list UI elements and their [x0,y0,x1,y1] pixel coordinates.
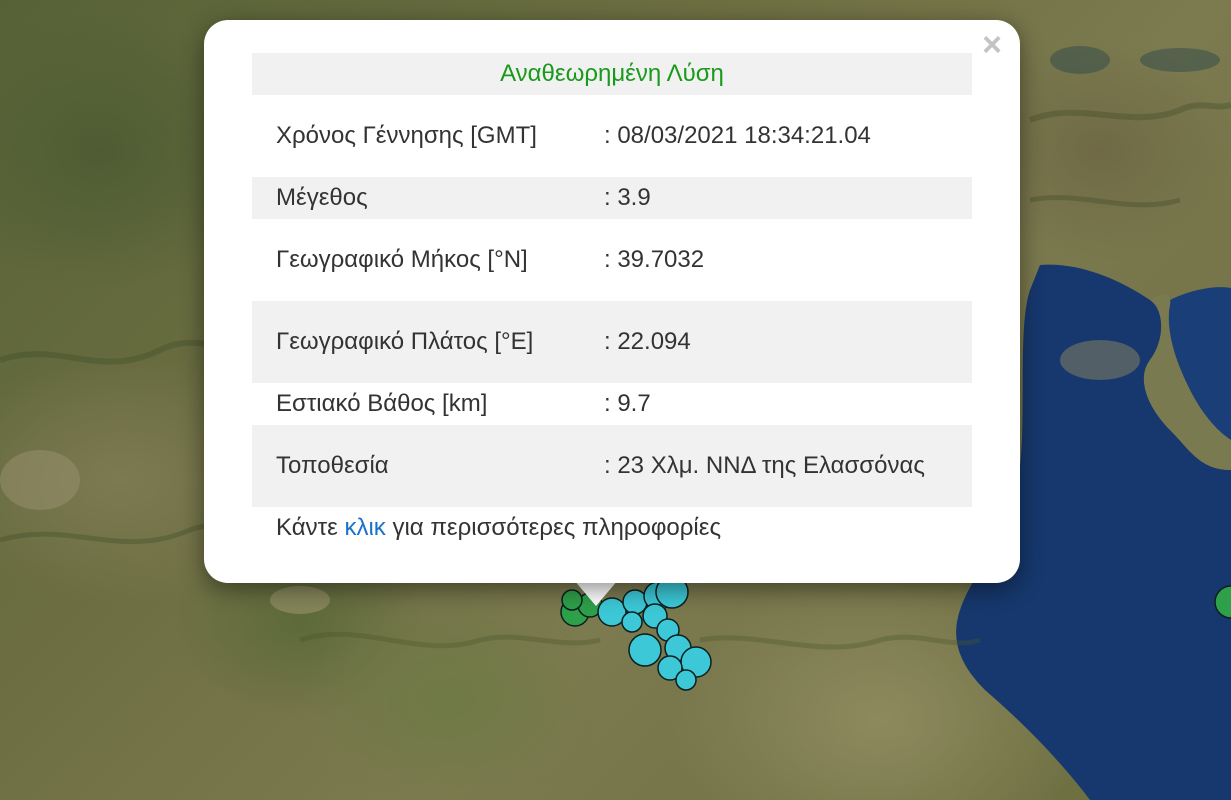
table-row: Μέγεθος : 3.9 [252,177,972,219]
table-row: Κάντε κλικ για περισσότερες πληροφορίες [252,507,972,549]
table-row: Γεωγραφικό Πλάτος [°E] : 22.094 [252,301,972,383]
field-value: : 39.7032 [604,246,705,273]
field-label: Εστιακό Βάθος [km] [276,390,488,417]
table-row: Χρόνος Γέννησης [GMT] : 08/03/2021 18:34… [252,95,972,177]
field-label: Τοποθεσία [252,425,582,507]
earthquake-marker[interactable] [622,589,648,615]
more-info-text: Κάντε κλικ για περισσότερες πληροφορίες [252,507,972,549]
earthquake-info-popup: × Αναθεωρημένη Λύση Χρόνος Γέννησης [GMT… [204,20,1020,583]
field-label: Γεωγραφικό Πλάτος [°E] [252,301,582,383]
more-info-suffix: για περισσότερες πληροφορίες [385,514,722,541]
table-row: Εστιακό Βάθος [km] : 9.7 [252,383,972,425]
info-table: Αναθεωρημένη Λύση Χρόνος Γέννησης [GMT] … [252,53,972,549]
more-info-prefix: Κάντε [276,514,345,541]
field-label: Γεωγραφικό Μήκος [°N] [276,246,528,273]
field-value: : 9.7 [604,390,651,417]
field-value: : 23 Χλμ. ΝΝΔ της Ελασσόνας [582,425,972,507]
close-button[interactable]: × [978,28,1006,62]
popup-title: Αναθεωρημένη Λύση [252,53,972,95]
earthquake-marker[interactable] [621,611,643,633]
popup-tip [574,580,618,606]
field-value: : 08/03/2021 18:34:21.04 [604,122,871,149]
more-info-link[interactable]: κλικ [344,514,385,541]
table-row: Αναθεωρημένη Λύση [252,53,972,95]
field-value: : 22.094 [582,301,972,383]
table-row: Γεωγραφικό Μήκος [°N] : 39.7032 [252,219,972,301]
field-label: Χρόνος Γέννησης [GMT] [276,122,537,149]
field-value: : 3.9 [582,177,972,219]
earthquake-marker[interactable] [675,669,697,691]
field-label: Μέγεθος [252,177,582,219]
table-row: Τοποθεσία : 23 Χλμ. ΝΝΔ της Ελασσόνας [252,425,972,507]
earthquake-marker[interactable] [628,633,662,667]
